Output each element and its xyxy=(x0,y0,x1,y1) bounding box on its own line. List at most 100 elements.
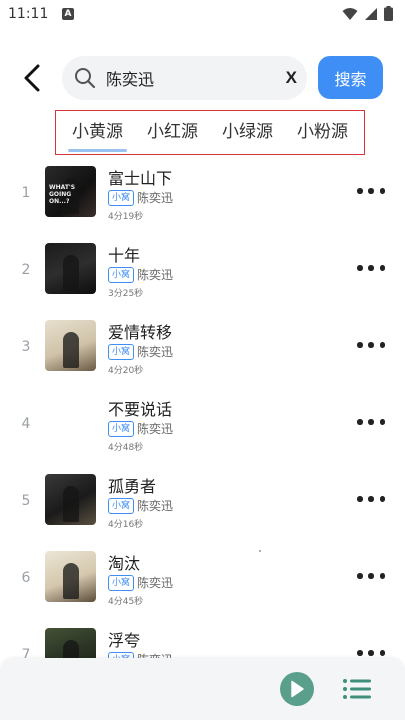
song-artist: 陈奕迅 xyxy=(137,345,174,359)
more-dot-icon xyxy=(379,342,385,348)
more-dot-icon xyxy=(379,573,385,579)
cover-text: WHAT'S GOING ON...? xyxy=(49,184,76,205)
more-options-button[interactable] xyxy=(357,334,385,356)
song-row[interactable]: 1 WHAT'S GOING ON...? 富士山下 小窝 陈奕迅 4分19秒 xyxy=(0,156,405,233)
status-icons xyxy=(342,6,393,21)
chevron-left-icon xyxy=(24,64,40,92)
album-cover xyxy=(45,551,96,602)
song-index: 5 xyxy=(21,493,31,509)
cover-figure xyxy=(63,332,79,368)
play-button[interactable] xyxy=(280,672,314,706)
song-artist: 陈奕迅 xyxy=(137,191,174,205)
song-index: 3 xyxy=(21,339,31,355)
more-dot-icon xyxy=(379,188,385,194)
search-button[interactable]: 搜索 xyxy=(318,56,383,99)
more-options-button[interactable] xyxy=(357,180,385,202)
search-box[interactable]: X xyxy=(62,56,307,100)
song-duration: 4分20秒 xyxy=(108,366,144,376)
more-dot-icon xyxy=(368,650,374,656)
more-dot-icon xyxy=(368,265,374,271)
album-cover xyxy=(45,397,96,448)
song-row[interactable]: 3 爱情转移 小窝 陈奕迅 4分20秒 xyxy=(0,310,405,387)
song-artist: 陈奕迅 xyxy=(137,422,174,436)
more-dot-icon xyxy=(368,419,374,425)
source-badge: 小窝 xyxy=(108,344,135,360)
more-dot-icon xyxy=(357,188,363,194)
cover-figure xyxy=(63,563,79,599)
source-badge: 小窝 xyxy=(108,498,135,514)
source-badge: 小窝 xyxy=(108,190,135,206)
song-title: 浮夸 xyxy=(108,631,141,650)
more-options-button[interactable] xyxy=(357,565,385,587)
signal-icon xyxy=(365,7,377,20)
source-badge: 小窝 xyxy=(108,267,135,283)
more-dot-icon xyxy=(357,496,363,502)
song-title: 不要说话 xyxy=(108,400,173,419)
status-time: 11:11 xyxy=(8,6,49,22)
more-dot-icon xyxy=(379,265,385,271)
more-options-button[interactable] xyxy=(357,411,385,433)
cover-figure xyxy=(63,486,79,522)
player-bar xyxy=(0,658,405,720)
source-badge: 小窝 xyxy=(108,421,135,437)
back-button[interactable] xyxy=(18,62,46,94)
source-badge: 小窝 xyxy=(108,575,135,591)
wifi-icon xyxy=(342,7,358,20)
song-duration: 4分19秒 xyxy=(108,212,144,222)
song-index: 1 xyxy=(21,185,31,201)
song-row[interactable]: 5 孤勇者 小窝 陈奕迅 4分16秒 xyxy=(0,464,405,541)
album-cover xyxy=(45,474,96,525)
tab-source-pink[interactable]: 小粉源 xyxy=(297,117,348,148)
song-duration: 4分16秒 xyxy=(108,520,144,530)
song-title: 富士山下 xyxy=(108,169,173,188)
song-row[interactable]: 4 不要说话 小窝 陈奕迅 4分48秒 xyxy=(0,387,405,464)
song-row[interactable]: 6 淘汰 小窝 陈奕迅 4分45秒 xyxy=(0,541,405,618)
battery-icon xyxy=(384,6,393,21)
song-duration: 3分25秒 xyxy=(108,289,144,299)
song-title: 孤勇者 xyxy=(108,477,157,496)
search-input[interactable] xyxy=(106,56,276,100)
more-dot-icon xyxy=(357,265,363,271)
song-title: 十年 xyxy=(108,246,141,265)
clear-search-button[interactable]: X xyxy=(286,68,297,88)
tab-source-red[interactable]: 小红源 xyxy=(147,117,198,148)
play-icon xyxy=(291,680,304,698)
more-options-button[interactable] xyxy=(357,488,385,510)
song-artist: 陈奕迅 xyxy=(137,576,174,590)
album-cover xyxy=(45,320,96,371)
decorative-dot xyxy=(259,550,261,552)
more-dot-icon xyxy=(368,342,374,348)
more-options-button[interactable] xyxy=(357,257,385,279)
more-dot-icon xyxy=(368,496,374,502)
more-dot-icon xyxy=(368,188,374,194)
more-dot-icon xyxy=(368,573,374,579)
song-index: 4 xyxy=(21,416,31,432)
song-artist: 陈奕迅 xyxy=(137,499,174,513)
more-dot-icon xyxy=(357,650,363,656)
song-title: 爱情转移 xyxy=(108,323,173,342)
song-index: 2 xyxy=(21,262,31,278)
song-artist: 陈奕迅 xyxy=(137,268,174,282)
more-dot-icon xyxy=(357,573,363,579)
more-dot-icon xyxy=(379,496,385,502)
more-dot-icon xyxy=(379,650,385,656)
more-dot-icon xyxy=(379,419,385,425)
search-icon xyxy=(75,68,96,89)
album-cover: WHAT'S GOING ON...? xyxy=(45,166,96,217)
album-cover xyxy=(45,243,96,294)
tab-source-green[interactable]: 小绿源 xyxy=(222,117,273,148)
song-list: 1 WHAT'S GOING ON...? 富士山下 小窝 陈奕迅 4分19秒 … xyxy=(0,156,405,695)
song-title: 淘汰 xyxy=(108,554,141,573)
more-dot-icon xyxy=(357,342,363,348)
song-duration: 4分45秒 xyxy=(108,597,144,607)
source-tabs: 小黄源 小红源 小绿源 小粉源 xyxy=(55,110,365,155)
status-bar: 11:11 A xyxy=(0,0,405,28)
cover-figure xyxy=(63,255,79,291)
song-duration: 4分48秒 xyxy=(108,443,144,453)
notification-icon: A xyxy=(62,8,74,20)
more-dot-icon xyxy=(357,419,363,425)
playlist-button[interactable] xyxy=(342,677,372,701)
song-row[interactable]: 2 十年 小窝 陈奕迅 3分25秒 xyxy=(0,233,405,310)
playlist-icon xyxy=(343,679,371,699)
tab-source-yellow[interactable]: 小黄源 xyxy=(68,117,127,152)
